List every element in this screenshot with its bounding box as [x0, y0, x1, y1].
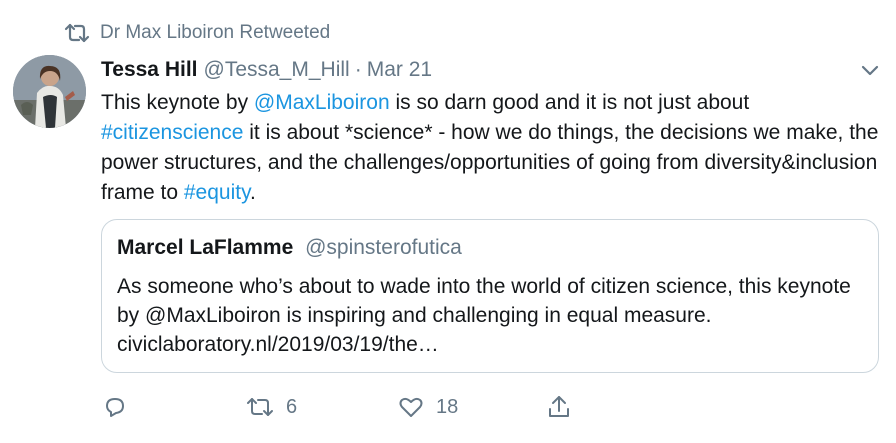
tweet-actions: 6 18 — [101, 390, 601, 424]
tweet-text: This keynote by @MaxLiboiron is so darn … — [101, 88, 881, 208]
like-button[interactable]: 18 — [398, 390, 458, 424]
retweet-count: 6 — [286, 395, 298, 418]
retweet-context-label[interactable]: Dr Max Liboiron Retweeted — [100, 22, 330, 44]
retweet-icon — [64, 22, 90, 44]
like-count: 18 — [436, 395, 459, 418]
heart-icon — [398, 395, 424, 419]
hashtag-link-citizenscience[interactable]: #citizenscience — [101, 121, 243, 144]
author-name[interactable]: Tessa Hill — [101, 58, 198, 82]
tweet-date[interactable]: Mar 21 — [367, 58, 432, 82]
hashtag-link-equity[interactable]: #equity — [184, 181, 250, 204]
author-handle[interactable]: @Tessa_M_Hill — [204, 58, 350, 82]
quoted-author-name: Marcel LaFlamme — [117, 236, 294, 259]
reply-icon — [103, 395, 127, 419]
share-icon — [547, 394, 571, 420]
tweet-text-segment: This keynote by — [101, 91, 254, 114]
avatar[interactable] — [13, 55, 86, 128]
reply-button[interactable] — [103, 390, 127, 424]
quoted-tweet-header: Marcel LaFlamme @spinsterofutica — [117, 236, 462, 260]
mention-link[interactable]: @MaxLiboiron — [254, 91, 390, 114]
tweet[interactable]: Dr Max Liboiron Retweeted Tessa Hill @Te… — [0, 0, 896, 443]
quoted-tweet[interactable]: Marcel LaFlamme @spinsterofutica As some… — [101, 219, 879, 373]
tweet-header: Tessa Hill @Tessa_M_Hill · Mar 21 — [101, 56, 432, 84]
chevron-down-icon[interactable] — [859, 62, 881, 78]
retweet-icon — [246, 395, 274, 419]
retweet-context: Dr Max Liboiron Retweeted — [64, 20, 330, 46]
quoted-tweet-text: As someone who’s about to wade into the … — [117, 275, 851, 356]
quoted-author-handle: @spinsterofutica — [305, 236, 462, 259]
separator-dot: · — [354, 58, 362, 81]
tweet-text-segment: is so darn good and it is not just about — [389, 91, 750, 114]
share-button[interactable] — [547, 390, 571, 424]
tweet-text-segment: . — [250, 181, 256, 204]
retweet-button[interactable]: 6 — [246, 390, 297, 424]
